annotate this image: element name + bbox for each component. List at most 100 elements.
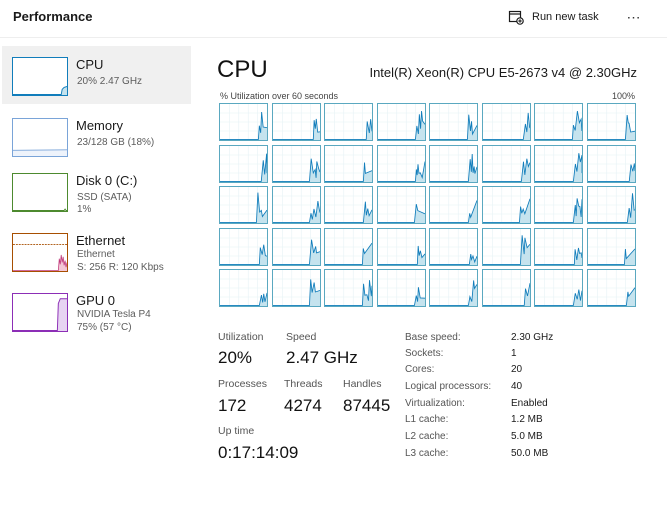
- logical-processor-graph: [429, 186, 478, 224]
- handles-label: Handles: [343, 378, 382, 390]
- logical-processor-graph: [586, 186, 636, 224]
- sidebar-item-label: GPU 0: [76, 293, 116, 308]
- cpu-thumbnail-graph: [12, 57, 68, 96]
- logical-processor-graph: [376, 269, 426, 307]
- sidebar-item-detail: Ethernet: [77, 249, 115, 260]
- spec-value-logical-processors: 40: [511, 381, 523, 392]
- more-options-icon[interactable]: ⋯: [622, 6, 646, 28]
- logical-processor-graph: [219, 227, 268, 266]
- spec-label-l3-cache: L3 cache:: [405, 448, 449, 459]
- logical-processor-graph: [271, 227, 321, 266]
- sidebar-item-detail: 20% 2.47 GHz: [77, 76, 143, 87]
- spec-value-base-speed: 2.30 GHz: [511, 332, 554, 343]
- sidebar-item-detail: 23/128 GB (18%): [77, 137, 155, 148]
- sidebar-item-memory[interactable]: Memory 23/128 GB (18%): [2, 107, 191, 165]
- run-new-task-label: Run new task: [532, 11, 599, 23]
- sidebar-item-detail: SSD (SATA): [77, 192, 132, 203]
- threads-label: Threads: [284, 378, 323, 390]
- spec-label-logical-processors: Logical processors:: [405, 381, 492, 392]
- logical-processor-graph: [481, 186, 531, 224]
- logical-processor-graph: [429, 269, 478, 307]
- logical-processor-graph: [271, 103, 321, 141]
- spec-value-l3-cache: 50.0 MB: [511, 448, 549, 459]
- logical-processor-graph: [481, 227, 531, 266]
- spec-label-l1-cache: L1 cache:: [405, 414, 449, 425]
- disk-thumbnail-graph: [12, 173, 68, 212]
- sidebar-item-label: Ethernet: [76, 233, 126, 248]
- processes-label: Processes: [218, 378, 268, 390]
- spec-value-sockets: 1: [511, 348, 517, 359]
- memory-thumbnail-graph: [12, 118, 68, 157]
- threads-value: 4274: [284, 396, 322, 415]
- uptime-value: 0:17:14:09: [218, 443, 299, 462]
- sidebar-item-detail-2: S: 256 R: 120 Kbps: [77, 262, 164, 273]
- logical-processor-graph: [429, 227, 478, 266]
- sidebar-item-cpu[interactable]: CPU 20% 2.47 GHz: [2, 46, 191, 104]
- logical-processor-graph: [271, 186, 321, 224]
- cpu-model-name: Intel(R) Xeon(R) CPU E5-2673 v4 @ 2.30GH…: [369, 65, 637, 80]
- logical-processor-graph: [376, 144, 426, 183]
- spec-value-cores: 20: [511, 364, 523, 375]
- spec-label-sockets: Sockets:: [405, 348, 444, 359]
- sidebar-item-detail: NVIDIA Tesla P4: [77, 309, 151, 320]
- logical-processor-graph: [376, 103, 426, 141]
- spec-label-base-speed: Base speed:: [405, 332, 461, 343]
- logical-processor-graph: [219, 103, 268, 141]
- logical-processor-graph: [586, 144, 636, 183]
- utilization-label: Utilization: [218, 331, 264, 343]
- logical-processor-graph-grid: [219, 103, 636, 307]
- logical-processor-graph: [534, 269, 583, 307]
- spec-label-l2-cache: L2 cache:: [405, 431, 449, 442]
- app-header: Performance Run new task ⋯: [0, 0, 667, 38]
- logical-processor-graph: [586, 269, 636, 307]
- logical-processor-graph: [376, 227, 426, 266]
- logical-processor-graph: [534, 103, 583, 141]
- ethernet-thumbnail-graph: [12, 233, 68, 272]
- sidebar-item-detail-2: 75% (57 °C): [77, 322, 132, 333]
- handles-value: 87445: [343, 396, 391, 415]
- logical-processor-graph: [534, 144, 583, 183]
- spec-label-virtualization: Virtualization:: [405, 398, 465, 409]
- sidebar-item-label: Disk 0 (C:): [76, 173, 138, 188]
- logical-processor-graph: [429, 144, 478, 183]
- run-task-icon: [508, 10, 524, 25]
- processes-value: 172: [218, 396, 247, 415]
- utilization-graph-label: % Utilization over 60 seconds: [220, 91, 339, 101]
- utilization-value: 20%: [218, 348, 253, 367]
- logical-processor-graph: [324, 186, 373, 224]
- speed-label: Speed: [286, 331, 317, 343]
- spec-label-cores: Cores:: [405, 364, 435, 375]
- sidebar-item-label: Memory: [76, 118, 123, 133]
- sidebar-item-ethernet[interactable]: Ethernet Ethernet S: 256 R: 120 Kbps: [2, 222, 191, 280]
- logical-processor-graph: [324, 269, 373, 307]
- cpu-heading: CPU: [217, 56, 268, 83]
- speed-value: 2.47 GHz: [286, 348, 358, 367]
- utilization-graph-max: 100%: [611, 91, 635, 101]
- sidebar-item-gpu[interactable]: GPU 0 NVIDIA Tesla P4 75% (57 °C): [2, 282, 191, 340]
- logical-processor-graph: [376, 186, 426, 224]
- sidebar-item-label: CPU: [76, 57, 104, 72]
- logical-processor-graph: [534, 186, 583, 224]
- logical-processor-graph: [481, 103, 531, 141]
- logical-processor-graph: [481, 269, 531, 307]
- logical-processor-graph: [534, 227, 583, 266]
- uptime-label: Up time: [218, 425, 255, 437]
- logical-processor-graph: [586, 103, 636, 141]
- run-new-task-button[interactable]: Run new task: [508, 6, 599, 28]
- logical-processor-graph: [324, 227, 373, 266]
- logical-processor-graph: [219, 269, 268, 307]
- sidebar-item-disk[interactable]: Disk 0 (C:) SSD (SATA) 1%: [2, 162, 191, 220]
- sidebar-item-detail-2: 1%: [77, 204, 92, 215]
- gpu-thumbnail-graph: [12, 293, 68, 332]
- logical-processor-graph: [219, 186, 268, 224]
- page-title: Performance: [13, 9, 93, 24]
- spec-value-virtualization: Enabled: [511, 398, 548, 409]
- logical-processor-graph: [324, 103, 373, 141]
- resource-sidebar: CPU 20% 2.47 GHz Memory 23/128 GB (18%) …: [0, 42, 192, 342]
- logical-processor-graph: [481, 144, 531, 183]
- logical-processor-graph: [219, 144, 268, 183]
- logical-processor-graph: [429, 103, 478, 141]
- spec-value-l2-cache: 5.0 MB: [511, 431, 543, 442]
- logical-processor-graph: [586, 227, 636, 266]
- spec-value-l1-cache: 1.2 MB: [511, 414, 543, 425]
